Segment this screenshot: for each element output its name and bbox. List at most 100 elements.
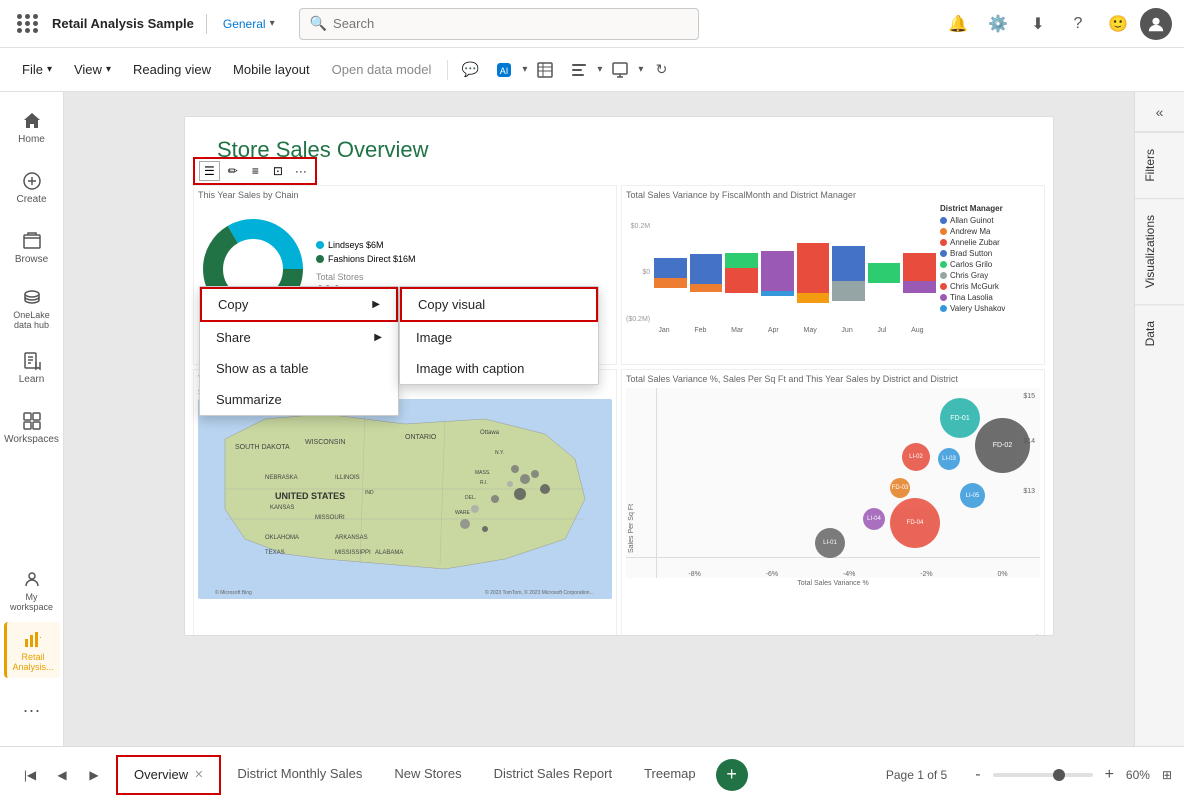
fit-page-icon[interactable]: ⊞ bbox=[1158, 768, 1176, 782]
sidebar-item-workspaces[interactable]: Workspaces bbox=[4, 400, 60, 456]
context-menu-show-table[interactable]: Show as a table bbox=[200, 353, 398, 384]
context-menu-summarize[interactable]: Summarize bbox=[200, 384, 398, 415]
top-left-chart-label: This Year Sales by Chain bbox=[198, 190, 612, 200]
file-menu[interactable]: File ▾ bbox=[12, 54, 62, 86]
svg-text:© Microsoft Bing: © Microsoft Bing bbox=[215, 589, 252, 596]
bubble-chart: Total Sales Variance %, Sales Per Sq Ft … bbox=[621, 369, 1045, 636]
settings-icon[interactable]: ⚙️ bbox=[980, 6, 1016, 42]
file-chevron: ▾ bbox=[47, 64, 52, 75]
bubble-li03: LI-03 bbox=[938, 448, 960, 470]
filters-tab[interactable]: Filters bbox=[1135, 132, 1184, 198]
svg-text:UNITED STATES: UNITED STATES bbox=[275, 491, 345, 501]
page-info: Page 1 of 5 bbox=[870, 768, 963, 782]
collapse-left-icon[interactable]: « bbox=[1156, 104, 1164, 120]
more-icon: ··· bbox=[23, 700, 41, 721]
submenu-image-caption[interactable]: Image with caption bbox=[400, 353, 598, 384]
feedback-icon[interactable]: 🙂 bbox=[1100, 6, 1136, 42]
search-bar[interactable]: 🔍 bbox=[299, 8, 699, 40]
zoom-plus[interactable]: + bbox=[1101, 766, 1118, 784]
submenu: Copy visual Image Image with caption bbox=[399, 286, 599, 385]
open-data-model-btn[interactable]: Open data model bbox=[322, 54, 442, 86]
toolbar-separator bbox=[447, 60, 448, 80]
top-bar: Retail Analysis Sample General ▾ 🔍 🔔 ⚙️ … bbox=[0, 0, 1184, 48]
sidebar-item-browse[interactable]: Browse bbox=[4, 220, 60, 276]
sensitivity-chevron: ▾ bbox=[270, 18, 275, 29]
sidebar-more-btn[interactable]: ··· bbox=[4, 682, 60, 738]
refresh-icon[interactable]: ↻ bbox=[645, 54, 677, 86]
zoom-slider[interactable] bbox=[993, 773, 1093, 777]
view-chevron: ▾ bbox=[106, 64, 111, 75]
tab-overview-close[interactable]: ✕ bbox=[194, 768, 203, 781]
notifications-icon[interactable]: 🔔 bbox=[940, 6, 976, 42]
tab-overview[interactable]: Overview ✕ bbox=[116, 755, 221, 795]
top-right-chart: Total Sales Variance by FiscalMonth and … bbox=[621, 185, 1045, 365]
visual-toolbar-menu-icon[interactable]: ☰ bbox=[199, 161, 220, 181]
view-menu[interactable]: View ▾ bbox=[64, 54, 121, 86]
mobile-layout-btn[interactable]: Mobile layout bbox=[223, 54, 320, 86]
divider bbox=[206, 14, 207, 34]
page-nav-prev[interactable]: ◀ bbox=[48, 761, 76, 789]
format-icon[interactable] bbox=[563, 54, 595, 86]
sidebar-onelake-label: OneLake data hub bbox=[4, 310, 60, 330]
data-tab[interactable]: Data bbox=[1135, 304, 1184, 362]
user-avatar[interactable] bbox=[1140, 8, 1172, 40]
context-menu-share[interactable]: Share ▶ bbox=[200, 322, 398, 353]
help-icon[interactable]: ? bbox=[1060, 6, 1096, 42]
svg-text:SOUTH DAKOTA: SOUTH DAKOTA bbox=[235, 444, 290, 451]
visualizations-tab[interactable]: Visualizations bbox=[1135, 198, 1184, 304]
bubble-chart-label: Total Sales Variance %, Sales Per Sq Ft … bbox=[626, 374, 1040, 384]
page-nav-next[interactable]: ▶ bbox=[80, 761, 108, 789]
svg-text:R.I.: R.I. bbox=[480, 480, 488, 486]
comment-icon[interactable]: 💬 bbox=[454, 54, 486, 86]
sidebar-item-retail[interactable]: Retail Analysis... bbox=[4, 622, 60, 678]
sidebar-item-my-workspace[interactable]: My workspace bbox=[4, 562, 60, 618]
tab-treemap[interactable]: Treemap bbox=[628, 755, 712, 795]
svg-text:ONTARIO: ONTARIO bbox=[405, 434, 437, 441]
sidebar-my-workspace-label: My workspace bbox=[4, 592, 60, 612]
page-nav-prev-prev[interactable]: |◀ bbox=[16, 761, 44, 789]
share-chevron: ▶ bbox=[374, 332, 382, 343]
zoom-handle[interactable] bbox=[1053, 769, 1065, 781]
tab-district-sales[interactable]: District Sales Report bbox=[478, 755, 628, 795]
download-icon[interactable]: ⬇ bbox=[1020, 6, 1056, 42]
submenu-image[interactable]: Image bbox=[400, 322, 598, 353]
bubble-fd01: FD-01 bbox=[940, 398, 980, 438]
context-menu-overlay: Copy ▶ Copy visual Image Image with capt… bbox=[199, 286, 399, 416]
top-icon-group: 🔔 ⚙️ ⬇ ? 🙂 bbox=[940, 6, 1172, 42]
sensitivity-badge[interactable]: General ▾ bbox=[219, 17, 275, 31]
bubble-li01: LI-01 bbox=[815, 528, 845, 558]
table-view-icon[interactable] bbox=[529, 54, 561, 86]
tab-district-monthly[interactable]: District Monthly Sales bbox=[221, 755, 378, 795]
zoom-level: 60% bbox=[1126, 768, 1150, 782]
canvas-area: Store Sales Overview ☰ ✏ ≡ ⊡ ··· This Ye… bbox=[64, 92, 1134, 746]
svg-text:IND: IND bbox=[365, 490, 374, 496]
context-menu-copy[interactable]: Copy ▶ Copy visual Image Image with capt… bbox=[200, 287, 398, 322]
visual-toolbar-expand-icon[interactable]: ⊡ bbox=[267, 162, 289, 180]
sidebar-item-learn[interactable]: Learn bbox=[4, 340, 60, 396]
copy-chevron: ▶ bbox=[372, 299, 380, 310]
svg-text:TEXAS: TEXAS bbox=[265, 550, 285, 556]
svg-text:ILLINOIS: ILLINOIS bbox=[335, 475, 360, 481]
sidebar-item-create[interactable]: Create bbox=[4, 160, 60, 216]
svg-text:© 2023 TomTom, © 2023 Microsof: © 2023 TomTom, © 2023 Microsoft Corporat… bbox=[485, 589, 594, 596]
submenu-copy-visual[interactable]: Copy visual bbox=[400, 287, 598, 322]
zoom-minus[interactable]: - bbox=[971, 766, 984, 784]
add-page-button[interactable]: + bbox=[716, 759, 748, 791]
apps-icon[interactable] bbox=[12, 8, 44, 40]
right-panel: « Filters Visualizations Data bbox=[1134, 92, 1184, 746]
present-icon[interactable] bbox=[604, 54, 636, 86]
sidebar-learn-label: Learn bbox=[19, 374, 45, 385]
copilot-icon[interactable]: AI bbox=[488, 54, 520, 86]
sensitivity-label: General bbox=[223, 17, 266, 31]
reading-view-btn[interactable]: Reading view bbox=[123, 54, 221, 86]
map-svg: SOUTH DAKOTA WISCONSIN ONTARIO UNITED ST… bbox=[198, 399, 612, 599]
svg-text:ALABAMA: ALABAMA bbox=[375, 550, 403, 556]
tab-new-stores[interactable]: New Stores bbox=[378, 755, 477, 795]
bar-chart-legend: District Manager Allan Guinot Andrew Ma … bbox=[940, 204, 1040, 334]
visual-toolbar-edit-icon[interactable]: ✏ bbox=[222, 162, 244, 180]
sidebar-item-home[interactable]: Home bbox=[4, 100, 60, 156]
search-input[interactable] bbox=[333, 16, 688, 31]
sidebar-item-onelake[interactable]: OneLake data hub bbox=[4, 280, 60, 336]
visual-toolbar-align-icon[interactable]: ≡ bbox=[246, 162, 265, 180]
visual-toolbar-more-icon[interactable]: ··· bbox=[291, 162, 311, 180]
